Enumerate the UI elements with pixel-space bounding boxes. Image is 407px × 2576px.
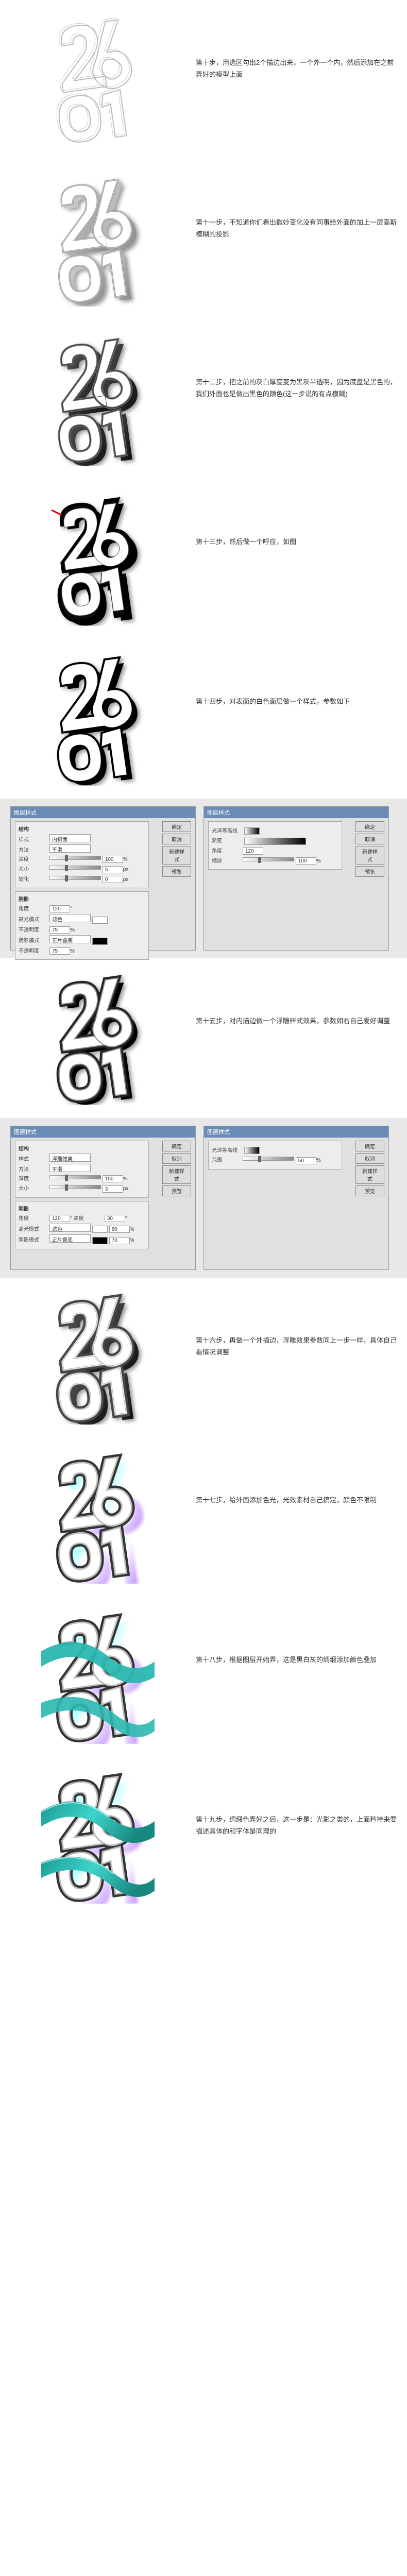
cancel-button[interactable]: 取消 [162, 834, 191, 844]
figure-inner-bevel [10, 963, 185, 1113]
dialog-row-2: 图层样式 确定 取消 新建样式 预览 结构 样式浮雕效果 方法平滑 深度 150… [0, 1118, 407, 1278]
section-shade: 阴影 [19, 895, 145, 903]
layer-style-dialog-1b[interactable]: 图层样式 确定 取消 新建样式 预览 光泽等高线 渐变 角度120 缩放 100… [204, 806, 389, 951]
step-15: 第十五步，对内描边做一个浮雕样式效果，参数如右自己爱好调整 [0, 958, 407, 1118]
dialog-row-1: 图层样式 确定 取消 新建样式 预览 结构 样式内斜面 方法平滑 深度 100%… [0, 799, 407, 958]
step-17: 第十七步，给外面添加色光，光效素材自己搞定，颜色不限制 [0, 1437, 407, 1597]
step-12-text: 第十二步，把之前的灰白厚度变为黑灰半透明，因为底盘是黑色的，我们外面也是做出黑色… [196, 325, 397, 400]
step-18-text: 第十八步，根据图层开始弄，这是黑白灰的绸缎添加颜色叠加 [196, 1602, 397, 1666]
section-structure: 结构 [19, 825, 145, 833]
step-19: 第十九步，绸缎色弄好之后，这一步是：光影之类的，上面矜持来要描述具体的和字体是同… [0, 1757, 407, 1917]
step-11: 第十一步，不知道你们看出微妙变化没有同事给外面的加上一层高斯模糊的投影 [0, 160, 407, 319]
figure-outer-bevel [10, 1283, 185, 1432]
layer-style-dialog-2[interactable]: 图层样式 确定 取消 新建样式 预览 结构 样式浮雕效果 方法平滑 深度 150… [10, 1126, 196, 1270]
step-17-text: 第十七步，给外面添加色光，光效素材自己搞定，颜色不限制 [196, 1443, 397, 1506]
step-11-text: 第十一步，不知道你们看出微妙变化没有同事给外面的加上一层高斯模糊的投影 [196, 165, 397, 241]
figure-black-solid [10, 484, 185, 634]
step-13: 第十三步，然后做一个呼应，如图 [0, 479, 407, 639]
ok-button[interactable]: 确定 [162, 821, 191, 832]
layer-style-dialog-2b[interactable]: 图层样式 确定 取消 新建样式 预览 光泽等高线 范围 50% [204, 1126, 389, 1270]
step-16: 第十六步，再做一个外描边，浮雕效果参数同上一步一样，具体自己看情况调整 [0, 1278, 407, 1437]
step-18: 第十八步，根据图层开始弄，这是黑白灰的绸缎添加颜色叠加 [0, 1597, 407, 1757]
shadow-color[interactable] [92, 938, 108, 945]
step-10-text: 第十步，用选区勾出2个描边出来，一个外一个内，然后添加在之前弄好的模型上面 [196, 5, 397, 81]
highlight-color[interactable] [92, 917, 108, 924]
soften-slider[interactable] [49, 876, 101, 880]
step-16-text: 第十六步，再做一个外描边，浮雕效果参数同上一步一样，具体自己看情况调整 [196, 1283, 397, 1359]
size-slider[interactable] [49, 866, 101, 870]
step-13-text: 第十三步，然后做一个呼应，如图 [196, 484, 397, 548]
new-style-button[interactable]: 新建样式 [162, 846, 191, 865]
layer-style-dialog-1[interactable]: 图层样式 确定 取消 新建样式 预览 结构 样式内斜面 方法平滑 深度 100%… [10, 806, 196, 951]
figure-ribbon-bw [10, 1602, 185, 1752]
dialog-title: 图层样式 [11, 807, 195, 818]
style-select[interactable]: 内斜面 [49, 834, 91, 842]
figure-shaded-light [10, 165, 185, 314]
figure-shaded-dark [10, 325, 185, 474]
preview-button[interactable]: 预览 [162, 866, 191, 877]
depth-slider[interactable] [49, 856, 101, 860]
figure-ribbon-color [10, 1762, 185, 1911]
figure-outline [10, 5, 185, 155]
gradient-picker[interactable] [244, 838, 306, 845]
figure-glow [10, 1443, 185, 1592]
step-14-text: 第十四步，对表面的白色面层做一个样式，参数如下 [196, 644, 397, 707]
figure-white-center [10, 644, 185, 793]
gloss-contour[interactable] [244, 827, 260, 835]
technique-select[interactable]: 平滑 [49, 844, 91, 853]
step-19-text: 第十九步，绸缎色弄好之后，这一步是：光影之类的，上面矜持来要描述具体的和字体是同… [196, 1762, 397, 1838]
step-12: 第十二步，把之前的灰白厚度变为黑灰半透明，因为底盘是黑色的，我们外面也是做出黑色… [0, 319, 407, 479]
step-10: 第十步，用选区勾出2个描边出来，一个外一个内，然后添加在之前弄好的模型上面 [0, 0, 407, 160]
step-14: 第十四步，对表面的白色面层做一个样式，参数如下 [0, 639, 407, 799]
step-15-text: 第十五步，对内描边做一个浮雕样式效果，参数如右自己爱好调整 [196, 963, 397, 1027]
